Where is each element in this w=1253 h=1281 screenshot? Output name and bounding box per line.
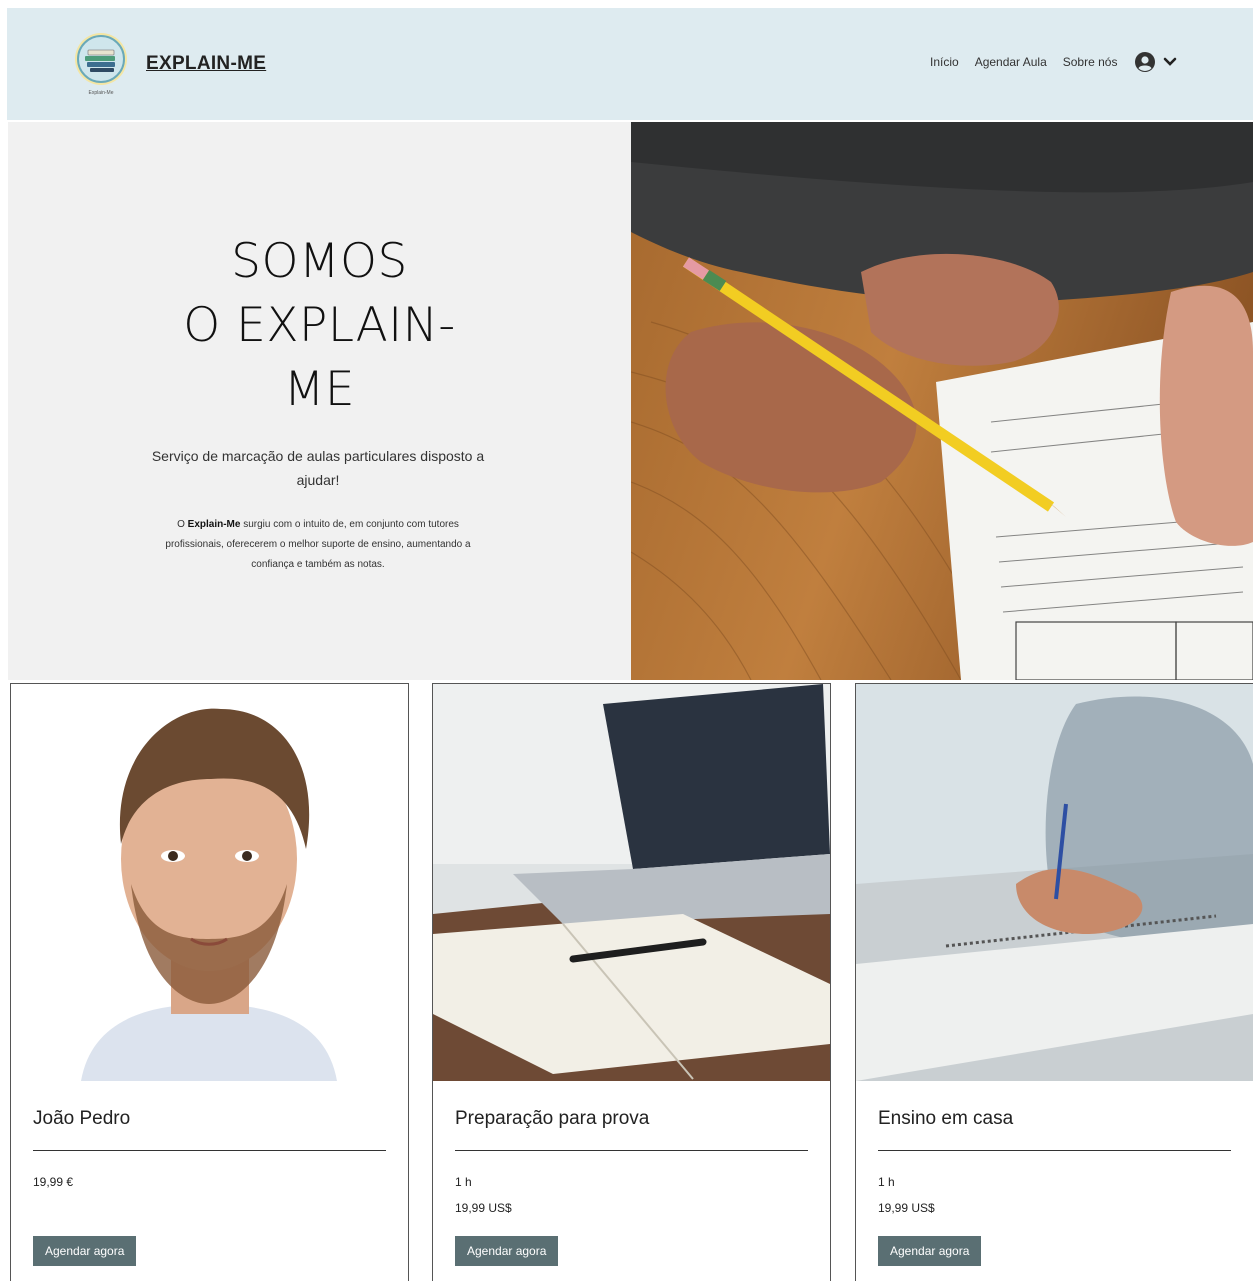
hero-title-line-1: SOMOS <box>231 234 408 289</box>
card-duration: 1 h <box>878 1175 895 1189</box>
service-card-preparacao-prova[interactable]: Preparação para prova 1 h 19,99 US$ Agen… <box>432 683 831 1281</box>
main-nav: Início Agendar Aula Sobre nós <box>930 55 1133 69</box>
svg-text:Explain-Me: Explain-Me <box>88 90 113 96</box>
card-title: João Pedro <box>33 1108 131 1129</box>
card-price: 19,99 US$ <box>878 1201 935 1215</box>
logo-icon[interactable]: Explain-Me <box>72 32 130 96</box>
book-now-button[interactable]: Agendar agora <box>878 1236 982 1266</box>
hero-photo-writing <box>631 122 1253 680</box>
hero-body-prefix: O <box>177 519 188 530</box>
card-divider <box>455 1150 808 1151</box>
hero-title: SOMOS O EXPLAIN- ME <box>8 230 631 422</box>
tutor-portrait-photo <box>11 684 408 1081</box>
hero-description: O Explain-Me surgiu com o intuito de, em… <box>148 515 488 575</box>
hero-text-panel: SOMOS O EXPLAIN- ME Serviço de marcação … <box>8 122 631 680</box>
brand-name[interactable]: EXPLAIN-ME <box>146 53 266 75</box>
nav-sobre-nos[interactable]: Sobre nós <box>1063 55 1118 69</box>
card-duration: 1 h <box>455 1175 472 1189</box>
hero-title-line-2: O EXPLAIN- <box>183 298 456 353</box>
service-card-joao-pedro[interactable]: João Pedro 19,99 € Agendar agora <box>10 683 409 1281</box>
card-title: Ensino em casa <box>878 1108 1014 1129</box>
site-header: Explain-Me EXPLAIN-ME Início Agendar Aul… <box>7 8 1253 120</box>
hero-subtitle: Serviço de marcação de aulas particulare… <box>151 448 485 488</box>
home-study-photo <box>856 684 1253 1081</box>
nav-agendar-aula[interactable]: Agendar Aula <box>975 55 1047 69</box>
card-price: 19,99 € <box>33 1175 74 1189</box>
card-title: Preparação para prova <box>455 1108 650 1129</box>
chevron-down-icon <box>1163 57 1177 66</box>
hero-title-line-3: ME <box>283 362 356 417</box>
account-menu[interactable] <box>1135 52 1177 72</box>
notebook-laptop-photo <box>433 684 830 1081</box>
card-divider <box>33 1150 386 1151</box>
book-now-button[interactable]: Agendar agora <box>33 1236 137 1266</box>
service-card-ensino-em-casa[interactable]: Ensino em casa 1 h 19,99 US$ Agendar ago… <box>855 683 1253 1281</box>
hero-body-brand: Explain-Me <box>187 519 241 530</box>
book-now-button[interactable]: Agendar agora <box>455 1236 559 1266</box>
user-avatar-icon <box>1135 52 1155 72</box>
card-divider <box>878 1150 1231 1151</box>
nav-inicio[interactable]: Início <box>930 55 959 69</box>
card-price: 19,99 US$ <box>455 1201 512 1215</box>
